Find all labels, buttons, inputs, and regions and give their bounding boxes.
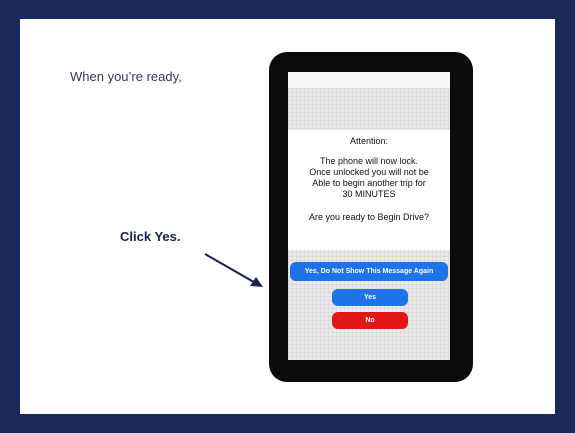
dialog-title: Attention: xyxy=(349,136,389,146)
dialog-message-line: Able to begin another trip for xyxy=(312,178,426,188)
no-button[interactable]: No xyxy=(332,312,408,329)
phone-frame: Attention: The phone will now lock. Once… xyxy=(269,52,473,382)
dialog-message-line: 30 MINUTES xyxy=(342,189,396,199)
attention-dialog: Attention: The phone will now lock. Once… xyxy=(288,130,450,250)
dialog-message-line: The phone will now lock. xyxy=(319,156,419,166)
yes-button[interactable]: Yes xyxy=(332,289,408,306)
slide: When you’re ready, Click Yes. Attention:… xyxy=(20,19,555,414)
dialog-question: Are you ready to Begin Drive? xyxy=(308,212,430,222)
yes-do-not-show-again-button[interactable]: Yes, Do Not Show This Message Again xyxy=(290,262,448,281)
dialog-message-line: Once unlocked you will not be xyxy=(309,167,429,177)
intro-text: When you’re ready, xyxy=(70,69,182,84)
phone-screen: Attention: The phone will now lock. Once… xyxy=(288,72,450,360)
dialog-message: The phone will now lock. Once unlocked y… xyxy=(288,156,450,200)
arrow-right-down-icon xyxy=(204,253,263,287)
status-bar xyxy=(288,72,450,88)
instruction-callout: Click Yes. xyxy=(120,229,181,244)
